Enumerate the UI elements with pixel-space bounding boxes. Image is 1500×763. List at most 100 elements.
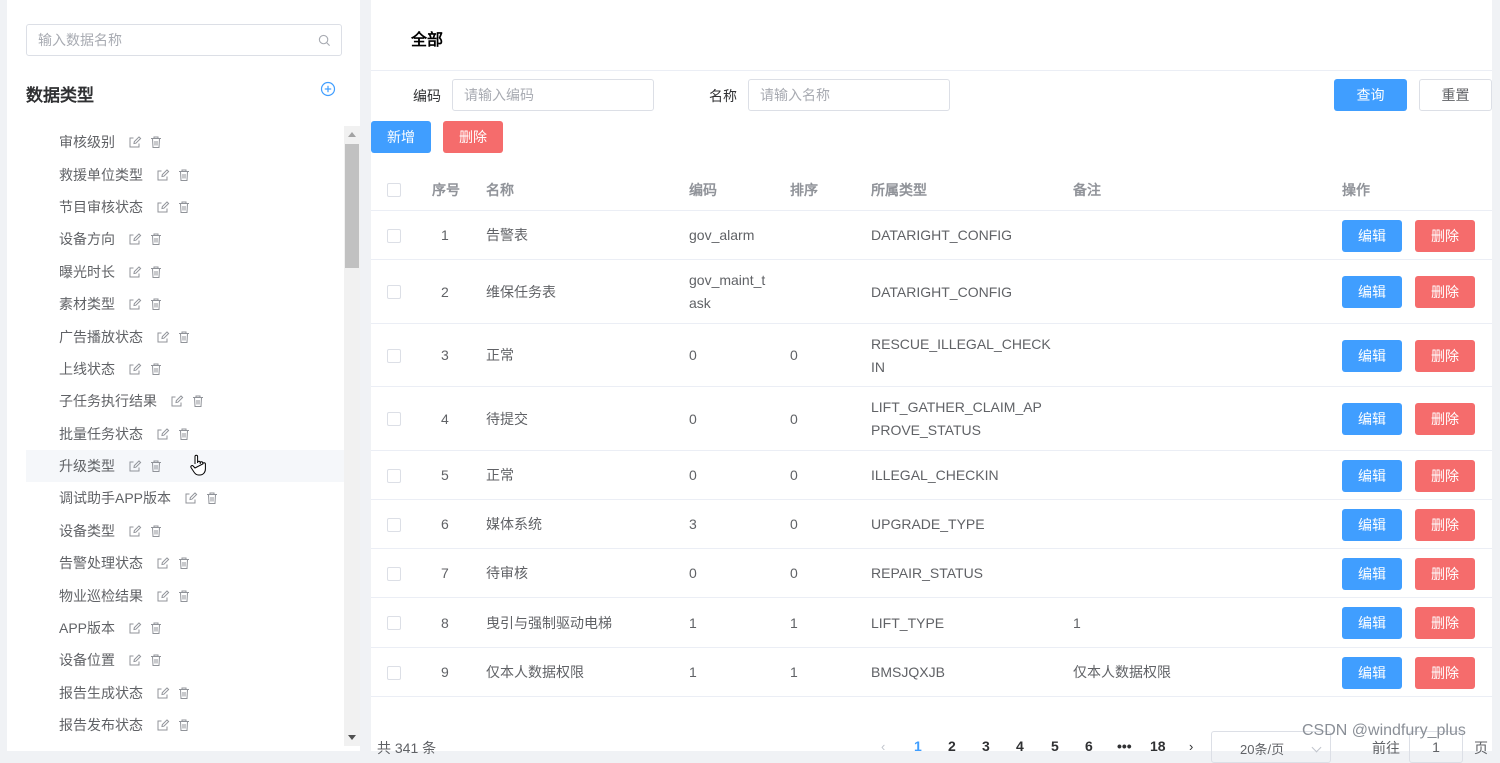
pager-number[interactable]: 4 [1016,738,1024,754]
edit-icon[interactable] [128,362,142,376]
trash-icon[interactable] [149,524,163,538]
edit-icon[interactable] [156,200,170,214]
row-checkbox[interactable] [387,348,401,363]
tree-item[interactable]: 告警处理状态 [26,547,344,579]
delete-button[interactable]: 删除 [1415,656,1475,689]
name-input[interactable] [749,80,949,110]
row-checkbox[interactable] [387,285,401,299]
trash-icon[interactable] [149,362,163,376]
delete-button[interactable]: 删除 [1415,557,1475,590]
edit-button[interactable]: 编辑 [1342,219,1402,252]
edit-icon[interactable] [128,135,142,149]
trash-icon[interactable] [205,491,219,505]
scroll-down-arrow-icon[interactable] [348,735,356,740]
edit-button[interactable]: 编辑 [1342,508,1402,541]
delete-button[interactable]: 删除 [1415,508,1475,541]
delete-button[interactable]: 删除 [1415,459,1475,492]
trash-icon[interactable] [177,686,191,700]
tree-item[interactable]: 报告发布状态 [26,709,344,741]
tree-item[interactable]: 广告播放状态 [26,320,344,352]
delete-button[interactable]: 删除 [1415,607,1475,639]
trash-icon[interactable] [177,330,191,344]
sidebar-scrollbar[interactable] [344,126,360,746]
name-field[interactable] [748,79,950,111]
query-button[interactable]: 查询 [1334,79,1407,111]
tree-item[interactable]: 批量任务状态 [26,418,344,450]
tree-item[interactable]: 审核级别 [26,126,344,158]
tree-item[interactable]: 子任务执行结果 [26,385,344,417]
trash-icon[interactable] [149,653,163,667]
edit-icon[interactable] [128,265,142,279]
row-checkbox[interactable] [387,566,401,581]
edit-icon[interactable] [128,653,142,667]
search-icon[interactable] [318,34,331,47]
pager-number[interactable]: 18 [1150,738,1166,754]
edit-icon[interactable] [156,330,170,344]
trash-icon[interactable] [191,394,205,408]
edit-button[interactable]: 编辑 [1342,656,1402,689]
delete-button[interactable]: 删除 [1415,339,1475,372]
trash-icon[interactable] [149,265,163,279]
edit-icon[interactable] [170,394,184,408]
tree-item[interactable]: 救援单位类型 [26,158,344,190]
trash-icon[interactable] [177,718,191,732]
row-checkbox[interactable] [387,468,401,483]
trash-icon[interactable] [149,135,163,149]
tree-item[interactable]: 素材类型 [26,288,344,320]
pager-number[interactable]: 2 [948,738,956,754]
trash-icon[interactable] [177,589,191,603]
trash-icon[interactable] [177,168,191,182]
edit-icon[interactable] [128,621,142,635]
edit-button[interactable]: 编辑 [1342,276,1402,308]
edit-icon[interactable] [156,718,170,732]
row-checkbox[interactable] [387,665,401,680]
tree-item[interactable]: 设备类型 [26,515,344,547]
edit-icon[interactable] [128,297,142,311]
select-all-checkbox[interactable] [387,183,401,197]
trash-icon[interactable] [149,459,163,473]
tree-item[interactable]: 升级类型 [26,449,344,483]
delete-button[interactable]: 删除 [1415,276,1475,308]
tree-item[interactable]: 上线状态 [26,353,344,385]
edit-icon[interactable] [128,232,142,246]
add-button[interactable]: 新增 [371,121,431,153]
code-input[interactable] [453,80,653,110]
tree-item[interactable]: 节目审核状态 [26,191,344,223]
edit-button[interactable]: 编辑 [1342,557,1402,590]
row-checkbox[interactable] [387,517,401,532]
delete-button[interactable]: 删除 [1415,403,1475,435]
edit-button[interactable]: 编辑 [1342,403,1402,435]
tree-item[interactable]: 曝光时长 [26,256,344,288]
edit-icon[interactable] [184,491,198,505]
pager-number[interactable]: 1 [914,738,922,754]
trash-icon[interactable] [177,427,191,441]
trash-icon[interactable] [177,200,191,214]
scroll-up-arrow-icon[interactable] [348,132,356,137]
batch-delete-button[interactable]: 删除 [443,121,503,153]
trash-icon[interactable] [149,232,163,246]
tree-item[interactable]: 物业巡检结果 [26,579,344,611]
tree-item[interactable]: 报告生成状态 [26,677,344,709]
pager-number[interactable]: 5 [1051,738,1059,754]
edit-button[interactable]: 编辑 [1342,339,1402,372]
edit-icon[interactable] [156,589,170,603]
reset-button[interactable]: 重置 [1419,79,1492,111]
scrollbar-thumb[interactable] [345,144,359,268]
sidebar-search-input[interactable] [27,25,341,55]
tree-item[interactable]: 设备方向 [26,223,344,255]
code-field[interactable] [452,79,654,111]
next-page-icon[interactable]: › [1189,739,1193,754]
trash-icon[interactable] [149,621,163,635]
edit-icon[interactable] [156,168,170,182]
edit-button[interactable]: 编辑 [1342,459,1402,492]
pager-number[interactable]: 3 [982,738,990,754]
tree-item[interactable]: 设备位置 [26,644,344,676]
edit-button[interactable]: 编辑 [1342,607,1402,639]
pager-number[interactable]: 6 [1085,738,1093,754]
edit-icon[interactable] [156,686,170,700]
tree-item[interactable]: 调试助手APP版本 [26,482,344,514]
trash-icon[interactable] [177,556,191,570]
row-checkbox[interactable] [387,228,401,243]
edit-icon[interactable] [156,556,170,570]
pager-more-icon[interactable]: ••• [1117,738,1132,754]
